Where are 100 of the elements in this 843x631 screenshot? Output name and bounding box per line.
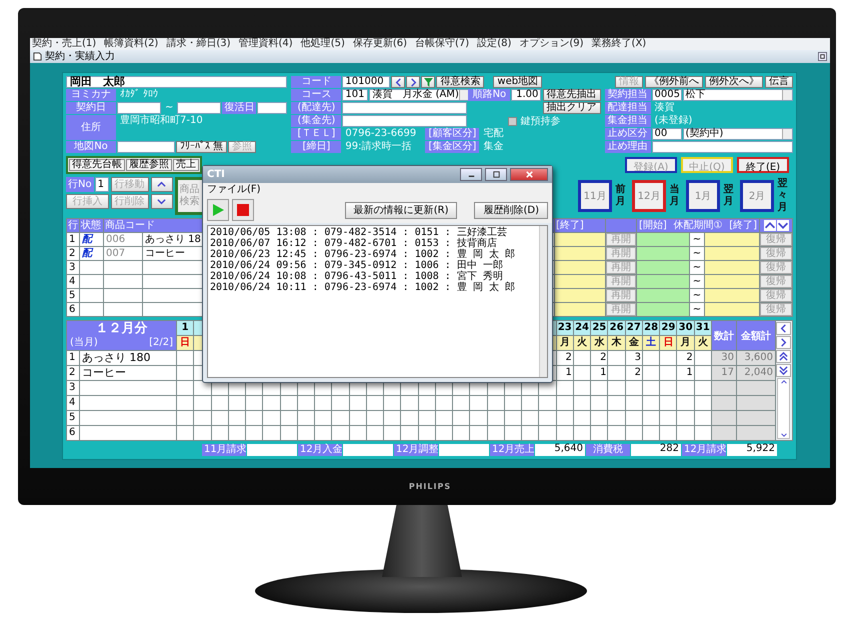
row-number-field[interactable]: 1	[94, 177, 109, 192]
start-button[interactable]	[207, 199, 229, 221]
field-label: (配達先)	[291, 102, 342, 114]
menu-item[interactable]: 管理資料(4)	[238, 38, 293, 50]
date-field[interactable]	[177, 102, 222, 114]
move-up-button[interactable]	[150, 177, 173, 192]
clear-extract-button[interactable]: 抽出クリア	[542, 102, 601, 114]
stop-button[interactable]	[232, 199, 254, 221]
field-label: 止め区分	[604, 128, 651, 140]
nav-button[interactable]: 伝言	[765, 76, 793, 88]
end-date-cell[interactable]	[555, 233, 605, 246]
restore-icon[interactable]	[818, 52, 827, 61]
field-label: 順路No	[468, 89, 510, 101]
refresh-button[interactable]: 最新の情報に更新(R)	[344, 202, 458, 218]
end-date-cell[interactable]	[555, 261, 605, 274]
menu-item[interactable]: 他処理(5)	[300, 38, 345, 50]
scrollbar[interactable]	[777, 378, 790, 439]
end-date-cell[interactable]	[705, 275, 759, 288]
field-label: [締日]	[291, 141, 342, 153]
maximize-button[interactable]	[485, 168, 507, 181]
date-field[interactable]	[117, 102, 161, 114]
action-button[interactable]: 終了(E)	[737, 157, 789, 173]
customer-name-field[interactable]: 岡田 太郎	[66, 76, 288, 88]
menu-item[interactable]: ファイル(F)	[207, 184, 261, 195]
stop-icon	[235, 202, 251, 218]
nav-button[interactable]: 《例外前へ	[645, 76, 703, 88]
end-date-cell[interactable]	[705, 289, 759, 302]
filter-button[interactable]	[421, 76, 436, 88]
start-date-cell[interactable]	[637, 275, 689, 288]
tab[interactable]: 得意先台帳	[69, 159, 125, 171]
scroll-down-icon	[780, 432, 787, 438]
text-field[interactable]	[342, 115, 468, 127]
route-number-field[interactable]: 1.00	[511, 89, 542, 101]
page-down-button[interactable]	[776, 364, 792, 377]
text-field[interactable]	[117, 141, 175, 153]
code-field[interactable]: 101	[342, 89, 368, 101]
course-dropdown[interactable]: 湊賀 月水金 (AM)	[369, 89, 470, 101]
extract-button[interactable]: 得意先抽出	[542, 89, 601, 101]
code-field[interactable]: 00	[652, 128, 682, 140]
end-date-cell[interactable]	[555, 275, 605, 288]
customer-search-button[interactable]: 得意検索	[436, 76, 484, 88]
free-pass-button[interactable]: ﾌﾘｰﾊﾟｽ 無	[176, 141, 228, 153]
text-field[interactable]	[652, 141, 793, 153]
day-number: 28	[642, 321, 660, 335]
column-header: 金額計	[736, 321, 775, 350]
nav-button[interactable]: 例外次へ》	[705, 76, 763, 88]
close-button[interactable]	[510, 168, 548, 181]
call-log-entry[interactable]: 2010/06/24 10:08 : 0796-43-5011 : 1008 : 宮下 秀明	[210, 271, 537, 282]
end-date-cell[interactable]	[555, 303, 605, 316]
scroll-right-button[interactable]	[776, 336, 792, 349]
menu-item[interactable]: 業務終了(X)	[592, 38, 646, 50]
previous-button[interactable]	[391, 76, 406, 88]
quantity-cell: 1	[677, 366, 694, 380]
page-up-button[interactable]	[776, 350, 792, 363]
menu-item[interactable]: 帳簿資料(2)	[104, 38, 158, 50]
delete-history-button[interactable]: 履歴削除(D)	[474, 202, 548, 218]
move-down-button[interactable]	[150, 194, 173, 209]
quantity-cell: 1	[591, 366, 608, 380]
tab[interactable]: 履歴参照	[126, 159, 172, 171]
call-log-entry[interactable]: 2010/06/23 12:45 : 0796-23-6974 : 1002 : 豊 岡 太 郎	[210, 249, 537, 260]
weekday-label: 月	[556, 336, 573, 350]
day-number: 23	[556, 321, 573, 335]
start-date-cell[interactable]	[637, 261, 689, 274]
funnel-icon	[424, 78, 433, 86]
text-field[interactable]	[342, 102, 468, 114]
product-code-cell: 007	[104, 247, 142, 260]
call-log-entry[interactable]: 2010/06/24 09:56 : 079-345-0912 : 1006 : 田中 一郎	[210, 260, 537, 271]
end-date-cell[interactable]	[705, 303, 759, 316]
end-date-cell[interactable]	[555, 247, 605, 260]
checkbox[interactable]	[508, 116, 518, 126]
range-separator: ~	[690, 261, 704, 274]
range-separator: ~	[690, 303, 704, 316]
scrollbar[interactable]	[539, 226, 547, 377]
dropdown[interactable]: 松下	[682, 89, 793, 101]
day-number: 31	[694, 321, 711, 335]
code-field[interactable]: 0005	[652, 89, 682, 101]
call-log-entry[interactable]: 2010/06/24 10:11 : 0796-23-6974 : 1002 : 豊 岡 太 郎	[210, 282, 537, 293]
code-field[interactable]: 101000	[342, 76, 390, 88]
call-log-entry[interactable]: 2010/06/07 16:12 : 079-482-6701 : 0153 : 技背商店	[210, 238, 537, 249]
end-date-cell[interactable]	[555, 289, 605, 302]
minimize-button[interactable]	[460, 168, 482, 181]
summary-value-field	[439, 444, 489, 456]
dropdown[interactable]: (契約中)	[682, 128, 793, 140]
day-number: 26	[608, 321, 625, 335]
month-caption: 前月	[614, 184, 626, 208]
column-header: 行	[67, 219, 79, 232]
start-date-cell[interactable]	[637, 233, 689, 246]
next-button[interactable]	[406, 76, 420, 88]
start-date-cell[interactable]	[637, 247, 689, 260]
start-date-cell[interactable]	[637, 289, 689, 302]
web-map-button[interactable]: web地図	[493, 76, 542, 88]
date-field[interactable]	[257, 102, 288, 114]
end-date-cell[interactable]	[705, 233, 759, 246]
menu-item[interactable]: 契約・売上(1)	[32, 38, 96, 50]
end-date-cell[interactable]	[705, 261, 759, 274]
end-date-cell[interactable]	[705, 247, 759, 260]
scroll-left-button[interactable]	[776, 322, 792, 335]
start-date-cell[interactable]	[637, 303, 689, 316]
month-subtitle: (当月)	[70, 337, 98, 348]
tab[interactable]: 売上	[173, 159, 199, 171]
